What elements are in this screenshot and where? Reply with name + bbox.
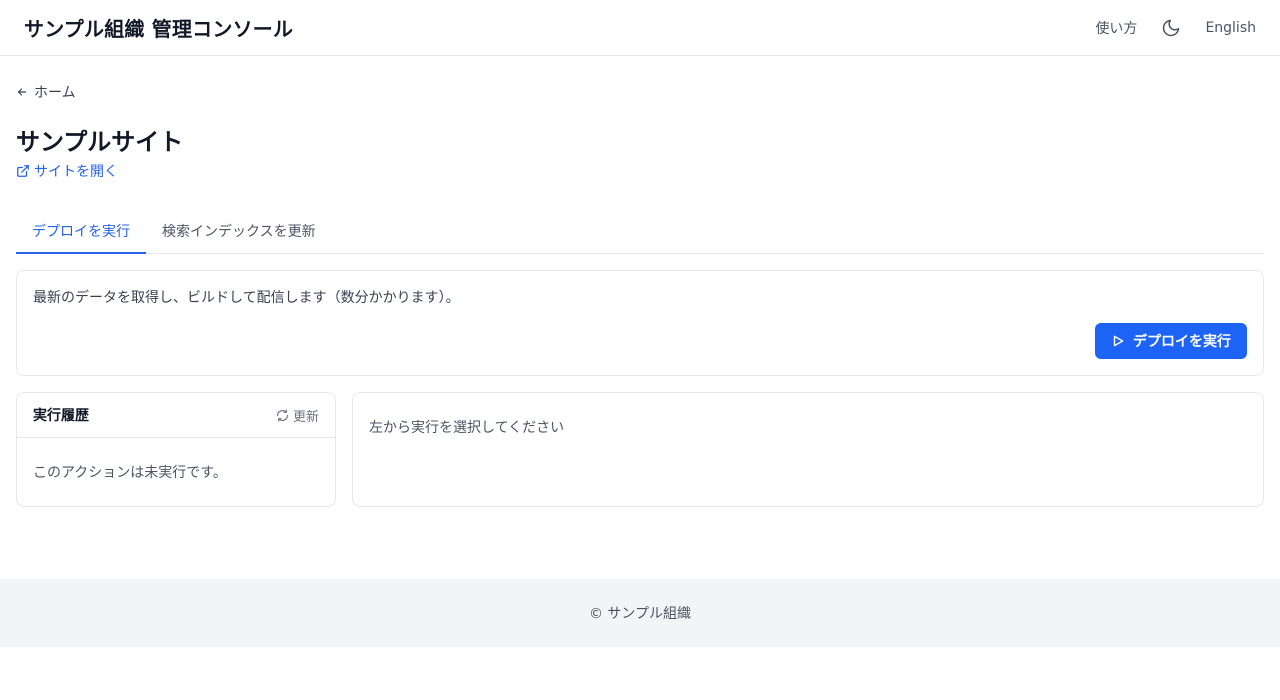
header-actions: 使い方 English	[1095, 16, 1256, 40]
tab-search-index[interactable]: 検索インデックスを更新	[146, 211, 332, 254]
run-detail-panel: 左から実行を選択してください	[352, 392, 1264, 507]
deploy-panel: 最新のデータを取得し、ビルドして配信します（数分かかります）。 デプロイを実行	[16, 270, 1264, 376]
open-site-label: サイトを開く	[34, 164, 118, 180]
deploy-description: 最新のデータを取得し、ビルドして配信します（数分かかります）。	[33, 290, 460, 306]
theme-toggle-button[interactable]	[1159, 16, 1183, 40]
footer-copyright: © サンプル組織	[588, 606, 692, 622]
page-title: サンプルサイト	[16, 128, 184, 156]
back-home-label: ホーム	[34, 85, 76, 101]
external-link-icon	[17, 165, 29, 177]
refresh-button[interactable]: 更新	[276, 406, 319, 425]
app-header: サンプル組織 管理コンソール 使い方 English	[0, 0, 1280, 56]
arrow-left-icon	[17, 88, 27, 96]
refresh-icon	[277, 408, 288, 422]
language-switch[interactable]: English	[1205, 20, 1256, 36]
history-title: 実行履歴	[33, 408, 89, 424]
history-panel: 実行履歴 更新 このアクションは未実行です。	[16, 392, 336, 507]
run-detail-placeholder: 左から実行を選択してください	[369, 420, 565, 436]
app-title: サンプル組織 管理コンソール	[24, 17, 294, 41]
play-icon	[1113, 335, 1124, 347]
action-tabs: デプロイを実行 検索インデックスを更新	[16, 211, 1264, 254]
open-site-link[interactable]: サイトを開く	[16, 161, 118, 181]
runs-section: 実行履歴 更新 このアクションは未実行です。 左から実行を選択してください	[16, 392, 1264, 507]
history-header: 実行履歴 更新	[17, 393, 335, 438]
help-link[interactable]: 使い方	[1095, 18, 1137, 38]
run-deploy-button[interactable]: デプロイを実行	[1095, 323, 1247, 359]
footer: © サンプル組織	[0, 579, 1280, 647]
main-content: ホーム サンプルサイト サイトを開く デプロイを実行 検索インデックスを更新 最…	[0, 82, 1280, 507]
moon-icon	[1163, 19, 1180, 36]
history-empty-message: このアクションは未実行です。	[33, 465, 227, 481]
tab-deploy[interactable]: デプロイを実行	[16, 211, 146, 254]
refresh-label: 更新	[292, 409, 319, 425]
run-deploy-label: デプロイを実行	[1133, 334, 1231, 350]
back-home-link[interactable]: ホーム	[16, 82, 76, 102]
